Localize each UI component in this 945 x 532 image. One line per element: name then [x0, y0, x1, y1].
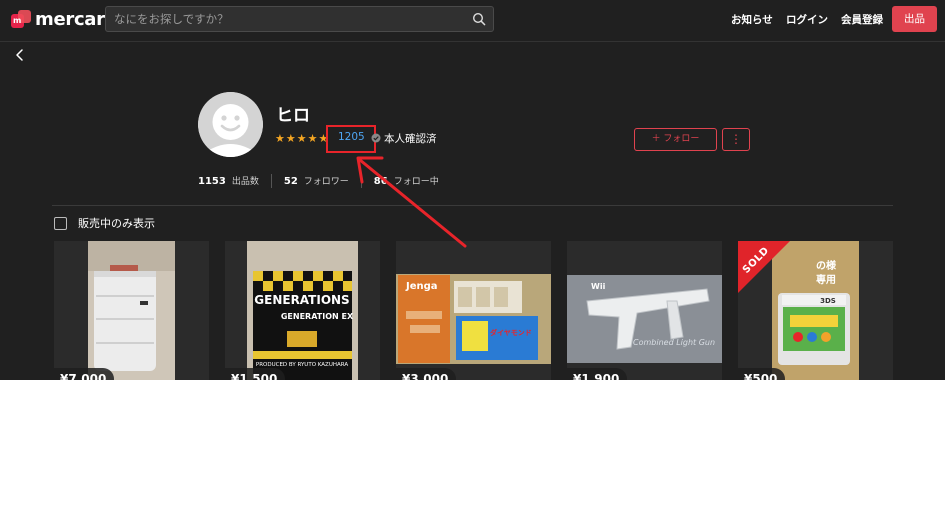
verified-label: 本人確認済	[384, 133, 437, 145]
back-arrow-icon[interactable]	[13, 48, 27, 62]
item-thumbnail: GENERATIONS GENERATION EX PRODUCED BY RY…	[247, 241, 358, 380]
follow-button[interactable]: ＋ フォロー	[634, 128, 717, 151]
logo-text: mercari	[35, 9, 111, 30]
search-icon[interactable]	[472, 12, 486, 26]
item-card[interactable]: Wii Combined Light Gun	[567, 241, 722, 380]
star-icon: ★	[307, 132, 318, 145]
divider	[52, 205, 893, 206]
item-price: ¥1,900	[567, 368, 628, 380]
nav-notifications[interactable]: お知らせ	[731, 12, 773, 27]
item-image-text: GENERATIONS	[254, 293, 349, 307]
avatar	[198, 92, 263, 157]
more-options-button[interactable]: ⋮	[722, 128, 750, 151]
item-card[interactable]: Jenga ダイヤモンド	[396, 241, 551, 380]
on-sale-filter[interactable]: 販売中のみ表示	[54, 215, 155, 231]
item-price: ¥7,000	[54, 368, 115, 380]
item-card[interactable]	[54, 241, 209, 380]
item-price: ¥500	[738, 368, 786, 380]
search-bar[interactable]	[105, 6, 494, 32]
avatar-icon	[198, 92, 263, 157]
rating-stars: ★ ★ ★ ★ ★	[275, 132, 328, 145]
item-image-text: Combined Light Gun	[633, 338, 715, 347]
nav-register[interactable]: 会員登録	[841, 12, 883, 27]
profile-stats: 1153 出品数 52 フォロワー 86 フォロー中	[198, 174, 451, 188]
mercari-logo[interactable]: m mercari	[11, 9, 111, 30]
app-window: m mercari お知らせ ログイン 会員登録 出品 ヒロ	[0, 0, 945, 380]
item-image-text: GENERATION EX	[281, 312, 354, 321]
on-sale-checkbox[interactable]	[54, 216, 67, 230]
item-image-text: 3DS	[820, 297, 836, 305]
star-icon: ★	[296, 132, 307, 145]
more-dots-icon: ⋮	[730, 132, 742, 146]
item-image-text: ダイヤモンド	[490, 328, 532, 337]
item-image-text: 専用	[816, 273, 836, 286]
item-price: ¥3,000	[396, 368, 457, 380]
item-thumbnail: Jenga ダイヤモンド	[396, 241, 551, 380]
item-thumbnail: Wii Combined Light Gun	[567, 241, 722, 380]
star-icon: ★	[285, 132, 296, 145]
stat-listings[interactable]: 1153 出品数	[198, 174, 271, 188]
item-card[interactable]: GENERATIONS GENERATION EX PRODUCED BY RY…	[225, 241, 380, 380]
stat-following[interactable]: 86 フォロー中	[360, 174, 451, 188]
item-card[interactable]: の様 専用 3DS SOLD	[738, 241, 893, 380]
verified-icon	[371, 133, 381, 143]
user-name: ヒロ	[276, 106, 310, 126]
on-sale-filter-label: 販売中のみ表示	[78, 217, 155, 230]
star-icon: ★	[275, 132, 285, 145]
item-image-text: Wii	[591, 282, 606, 291]
sell-button[interactable]: 出品	[892, 6, 937, 32]
search-input[interactable]	[114, 10, 454, 28]
header: m mercari お知らせ ログイン 会員登録 出品	[0, 0, 945, 42]
item-image-text: の様	[816, 259, 837, 272]
item-thumbnail	[88, 241, 175, 380]
item-image-text: Jenga	[405, 281, 438, 292]
nav-login[interactable]: ログイン	[786, 12, 828, 27]
stat-followers[interactable]: 52 フォロワー	[270, 174, 361, 188]
item-price: ¥1,500	[225, 368, 286, 380]
annotation-highlight-box	[326, 125, 376, 153]
logo-mark-icon: m	[11, 9, 31, 30]
